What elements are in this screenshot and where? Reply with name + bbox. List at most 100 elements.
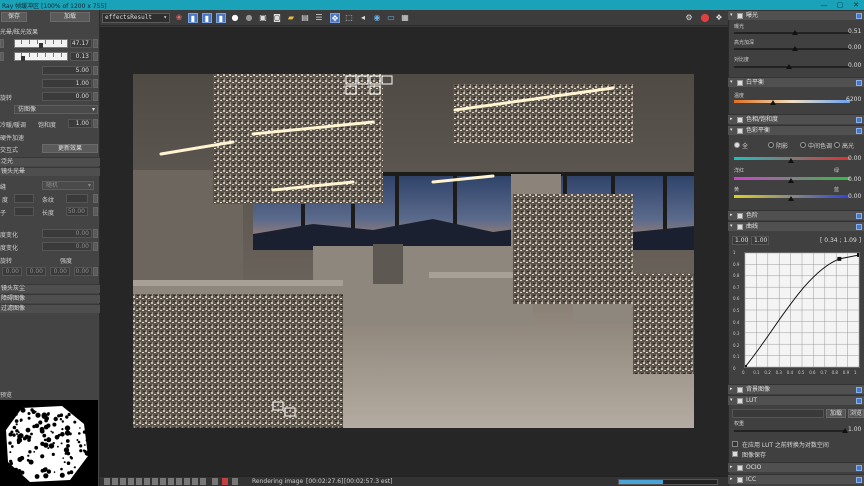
row1-toggle[interactable] [0, 39, 4, 48]
status-icon-15[interactable] [222, 478, 228, 485]
white-circle-icon[interactable]: ● [230, 13, 240, 23]
white-balance-options-icon[interactable] [856, 80, 862, 86]
status-icon-11[interactable] [184, 478, 190, 485]
exposure-checkbox[interactable] [737, 13, 743, 19]
white-balance-section[interactable]: ▾ 白平衡 [728, 77, 864, 87]
status-icon-5[interactable] [136, 478, 142, 485]
bloom-section[interactable]: 泛光 [0, 157, 100, 166]
glare-type-dropdown[interactable]: 随机 ▾ [42, 181, 94, 190]
lut-section[interactable]: ▾ LUT [728, 395, 864, 405]
icc-checkbox[interactable] [737, 477, 743, 483]
degree-field[interactable] [14, 194, 34, 203]
exposure-options-icon[interactable] [856, 13, 862, 19]
update-effect-button[interactable]: 更新效果 [42, 144, 98, 153]
ocio-checkbox[interactable] [737, 465, 743, 471]
save-button[interactable]: 保存 [1, 12, 27, 22]
saturation-spinner[interactable] [93, 119, 98, 128]
status-icon-12[interactable] [192, 478, 198, 485]
rot-d-field[interactable]: 0.00 [74, 267, 92, 276]
range-all-radio[interactable] [734, 142, 740, 148]
intensity-spinner[interactable] [93, 52, 98, 61]
filter-section[interactable]: 过滤图像 [0, 304, 100, 313]
curve-control-point[interactable] [837, 256, 842, 261]
ocio-section[interactable]: ▸ OCIO [728, 462, 864, 472]
render-icon[interactable]: ▦ [400, 13, 410, 23]
rot-d-spinner[interactable] [93, 267, 98, 276]
magenta-green-knob[interactable] [788, 178, 794, 183]
intensity-slider-knob[interactable] [21, 56, 25, 61]
ocio-options-icon[interactable] [856, 465, 862, 471]
back-icon[interactable]: ◂ [358, 13, 368, 23]
close-button[interactable]: ✕ [848, 0, 864, 10]
levels-options-icon[interactable] [856, 213, 862, 219]
contrast-knob[interactable] [786, 64, 792, 69]
status-icon-1[interactable] [104, 478, 110, 485]
contrast-slider[interactable] [734, 66, 850, 68]
status-icon-8[interactable] [160, 478, 166, 485]
val-a-field[interactable]: 5.00 [42, 66, 92, 75]
row2-toggle[interactable] [0, 52, 4, 61]
shape-dropdown[interactable]: 仿图像 ▾ [14, 105, 98, 114]
color-wheel-icon[interactable]: ❀ [174, 13, 184, 23]
color-balance-section[interactable]: ▾ 色彩平衡 [728, 125, 864, 135]
status-icon-9[interactable] [168, 478, 174, 485]
temperature-knob[interactable] [770, 100, 776, 105]
obstacle-section[interactable]: 障碍图像 [0, 294, 100, 303]
curves-graph[interactable] [744, 252, 860, 368]
cyan-red-knob[interactable] [788, 158, 794, 163]
yellow-blue-value[interactable]: 0.00 [848, 193, 863, 200]
lens-dust-section[interactable]: 镜头灰尘 [0, 284, 100, 293]
load-button[interactable]: 加载 [50, 12, 90, 22]
saturation-field[interactable]: 1.00 [68, 119, 92, 128]
hue-saturation-section[interactable]: ▸ 色相/饱和度 [728, 114, 864, 124]
length-spinner[interactable] [93, 207, 98, 216]
strips-spinner[interactable] [93, 194, 98, 203]
curve-output-field[interactable]: 1.00 [751, 236, 769, 245]
status-icon-6[interactable] [144, 478, 150, 485]
save-image-checkbox[interactable] [732, 451, 738, 457]
background-image-section[interactable]: ▸ 背景图像 [728, 384, 864, 394]
length-field[interactable]: 50.00 [66, 207, 88, 216]
blue-channel-icon[interactable]: ▮ [216, 13, 226, 23]
curve-control-point[interactable] [857, 253, 860, 257]
background-checkbox[interactable] [737, 387, 743, 393]
stop-icon[interactable]: ⬤ [700, 13, 710, 23]
monitor-icon[interactable]: ▭ [386, 13, 396, 23]
gray-circle-icon[interactable]: ● [244, 13, 254, 23]
highlight-knob[interactable] [792, 46, 798, 51]
curves-options-icon[interactable] [856, 224, 862, 230]
exposure-value[interactable]: 0.51 [848, 28, 863, 35]
hue-saturation-checkbox[interactable] [737, 117, 743, 123]
range-midtones-radio[interactable] [800, 142, 806, 148]
green-channel-icon[interactable]: ▮ [202, 13, 212, 23]
weight-value[interactable]: 1.00 [848, 426, 863, 433]
rot-a-field[interactable]: 0.00 [2, 267, 22, 276]
range-highlights-radio[interactable] [834, 142, 840, 148]
color-balance-options-icon[interactable] [856, 128, 862, 134]
size-spinner[interactable] [93, 39, 98, 48]
curves-checkbox[interactable] [737, 224, 743, 230]
status-icon-13[interactable] [200, 478, 206, 485]
hue-saturation-options-icon[interactable] [856, 117, 862, 123]
history-icon[interactable]: ☰ [314, 13, 324, 23]
gear-icon[interactable]: ⚙ [684, 13, 694, 23]
temperature-value[interactable]: 6200 [846, 96, 863, 103]
icc-options-icon[interactable] [856, 477, 862, 483]
rotation-field[interactable]: 0.00 [42, 92, 92, 101]
temperature-slider[interactable] [734, 100, 850, 103]
intensity-value[interactable]: 0.13 [70, 52, 92, 61]
levels-section[interactable]: ▸ 色阶 [728, 210, 864, 220]
var2-spinner[interactable] [93, 242, 98, 251]
size-slider[interactable] [14, 39, 68, 48]
lens-glare-section[interactable]: 镜头光晕 [0, 167, 100, 176]
highlight-value[interactable]: 0.00 [848, 44, 863, 51]
camera-icon[interactable]: ◙ [272, 13, 282, 23]
strips-field[interactable] [66, 194, 88, 203]
lut-options-icon[interactable] [856, 398, 862, 404]
status-icon-3[interactable] [120, 478, 126, 485]
rendered-image[interactable] [133, 74, 694, 428]
status-icon-4[interactable] [128, 478, 134, 485]
curve-input-field[interactable]: 1.00 [732, 236, 748, 245]
maximize-button[interactable]: ▢ [832, 0, 848, 10]
sub-field[interactable] [14, 207, 34, 216]
